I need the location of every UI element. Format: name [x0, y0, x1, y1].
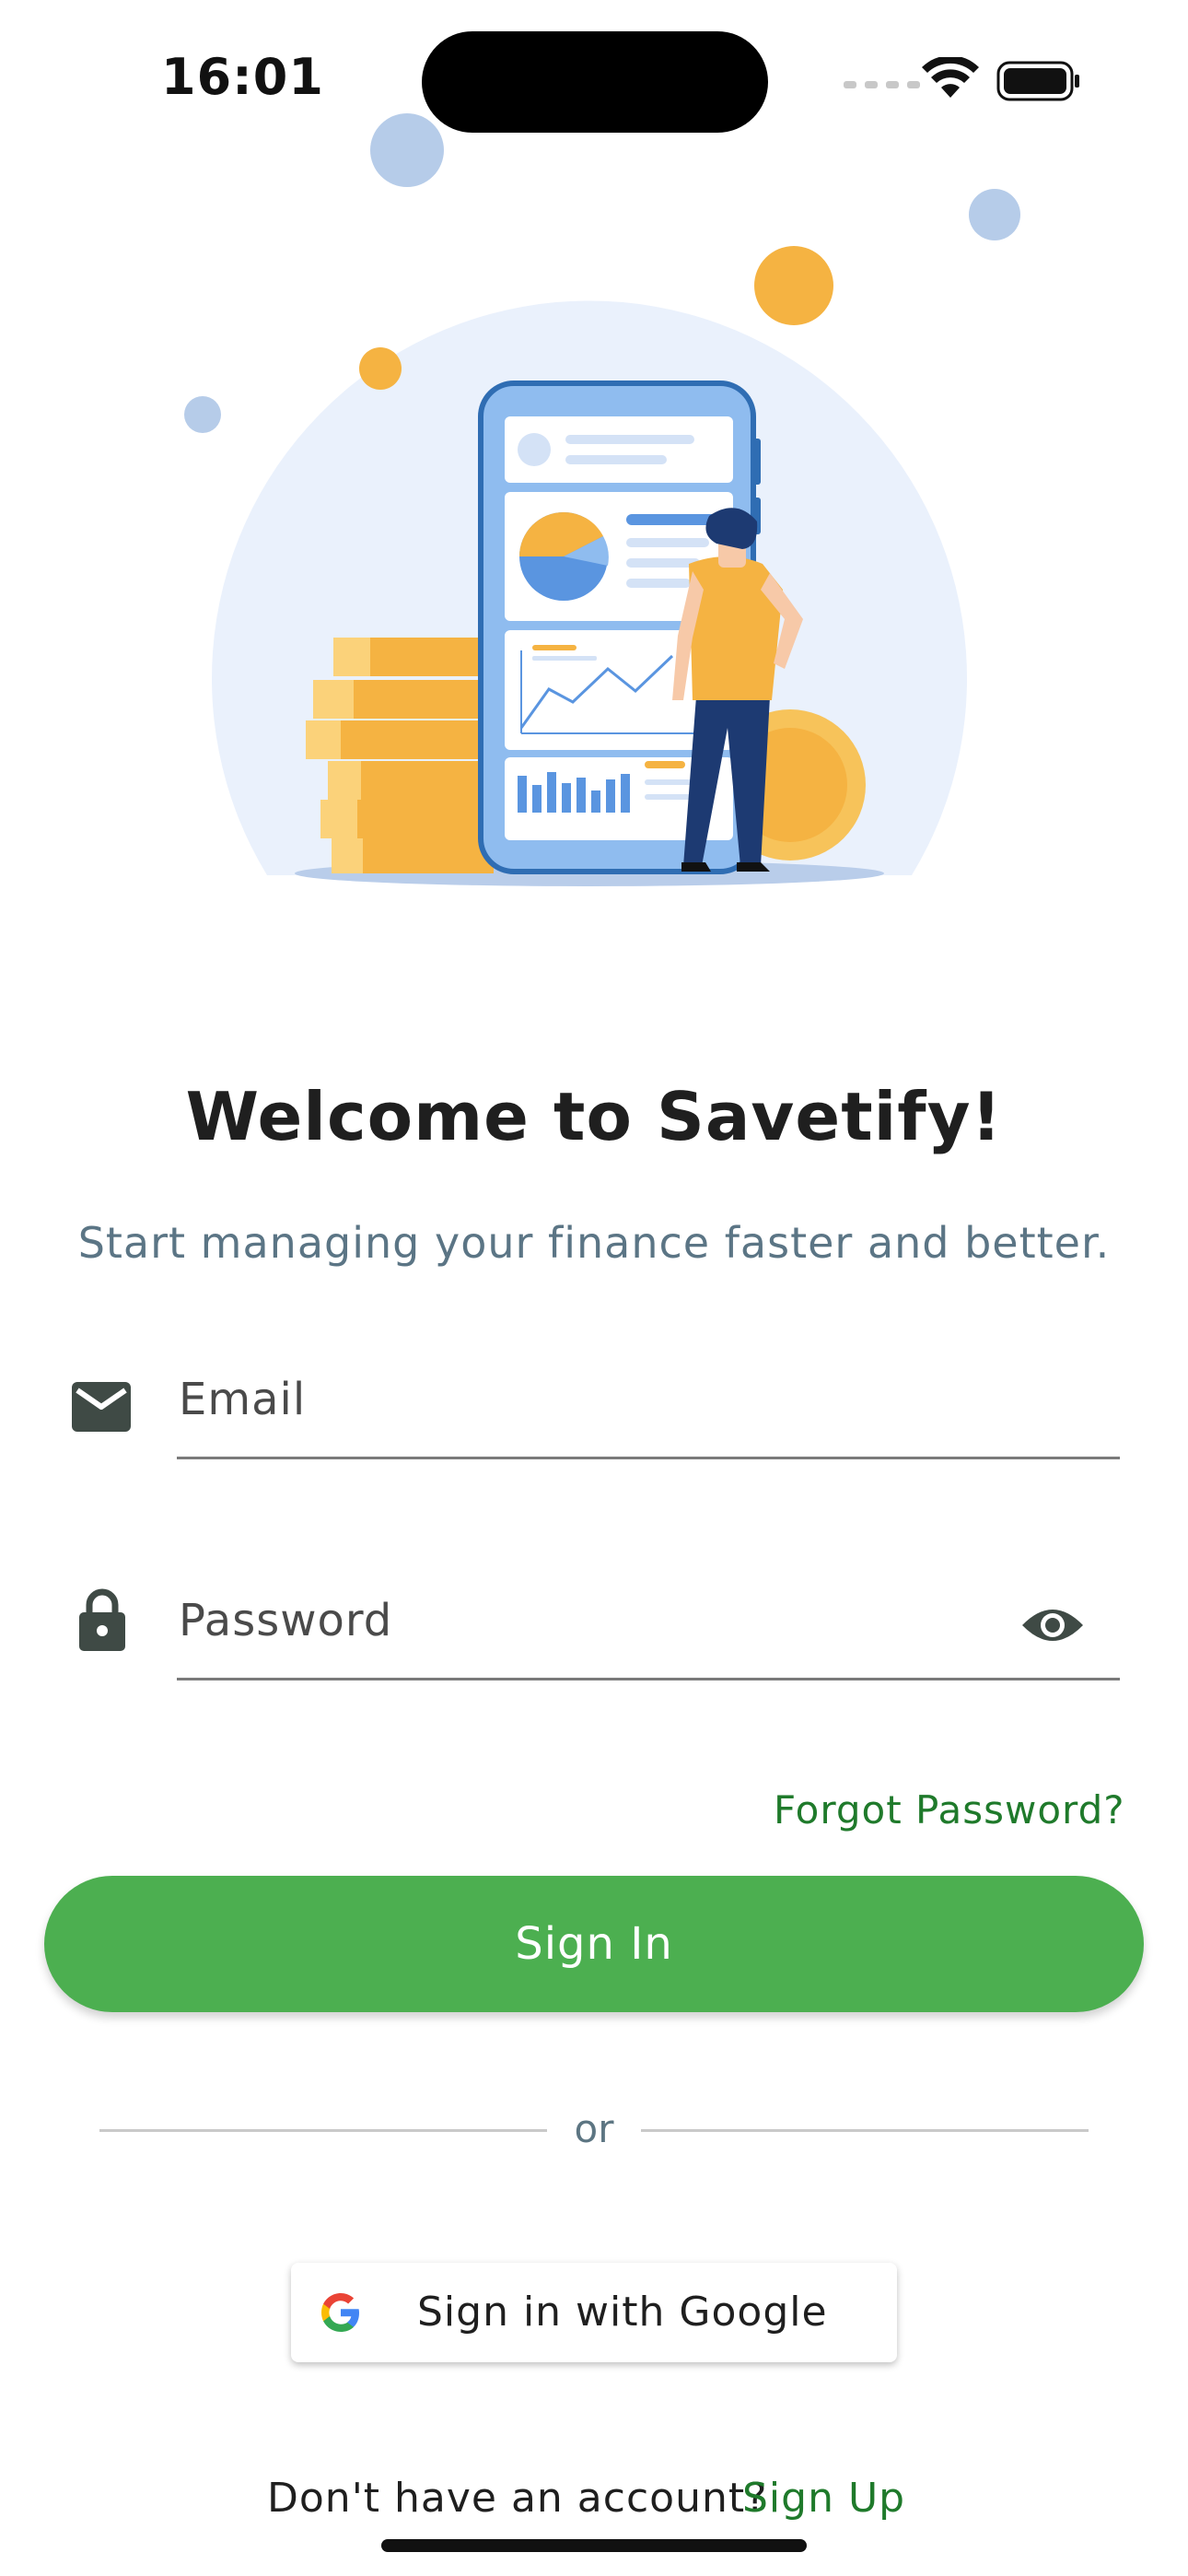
- forgot-password-link[interactable]: Forgot Password?: [774, 1787, 1125, 1832]
- google-sign-in-label: Sign in with Google: [417, 2289, 828, 2336]
- no-account-prompt: Don't have an account?: [267, 2475, 768, 2522]
- google-logo-icon: [321, 2293, 359, 2332]
- password-field[interactable]: [177, 1579, 1120, 1680]
- page-title: Welcome to Savetify!: [185, 1078, 1003, 1155]
- email-field[interactable]: [177, 1358, 1120, 1459]
- eye-icon[interactable]: [1020, 1603, 1085, 1647]
- sign-up-link[interactable]: Sign Up: [742, 2475, 905, 2522]
- google-sign-in-button[interactable]: Sign in with Google: [291, 2263, 897, 2362]
- page-subtitle: Start managing your finance faster and b…: [77, 1218, 1111, 1268]
- divider-line-right: [641, 2129, 1089, 2132]
- sign-in-button[interactable]: Sign In: [44, 1876, 1144, 2012]
- mail-icon: [72, 1382, 131, 1432]
- home-indicator[interactable]: [381, 2539, 807, 2552]
- lock-icon: [79, 1588, 125, 1651]
- cellular-signal-icon: [844, 81, 920, 88]
- divider-label: or: [574, 2106, 614, 2151]
- divider-line-left: [99, 2129, 547, 2132]
- finance-app-illustration: [184, 113, 1020, 886]
